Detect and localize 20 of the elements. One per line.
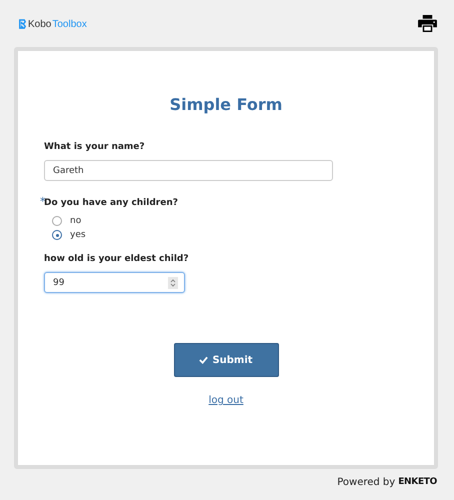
text-input[interactable]: Gareth [44, 160, 333, 181]
option-label: no [70, 216, 82, 226]
option-label: yes [70, 230, 86, 240]
kobotoolbox-logo: KoboToolbox [18, 19, 87, 30]
logout-link[interactable]: log out [208, 395, 244, 406]
submit-button[interactable]: Submit [174, 343, 278, 377]
question-label: What is your name? [44, 142, 145, 152]
number-input[interactable]: 99 [44, 272, 185, 293]
radio-button[interactable] [52, 216, 62, 226]
spinner-icon[interactable] [168, 276, 178, 288]
question-label: Do you have any children? [44, 198, 178, 208]
enketo-logo: ENKETO [398, 477, 437, 487]
logo-mark-icon [18, 19, 27, 30]
form-title: Simple Form [168, 95, 284, 114]
check-icon [199, 356, 208, 364]
print-icon[interactable] [418, 15, 437, 32]
radio-button[interactable] [52, 230, 62, 240]
question-label: how old is your eldest child? [44, 254, 189, 264]
powered-by-text: Powered by [337, 476, 396, 488]
required-asterisk: * [40, 195, 44, 208]
